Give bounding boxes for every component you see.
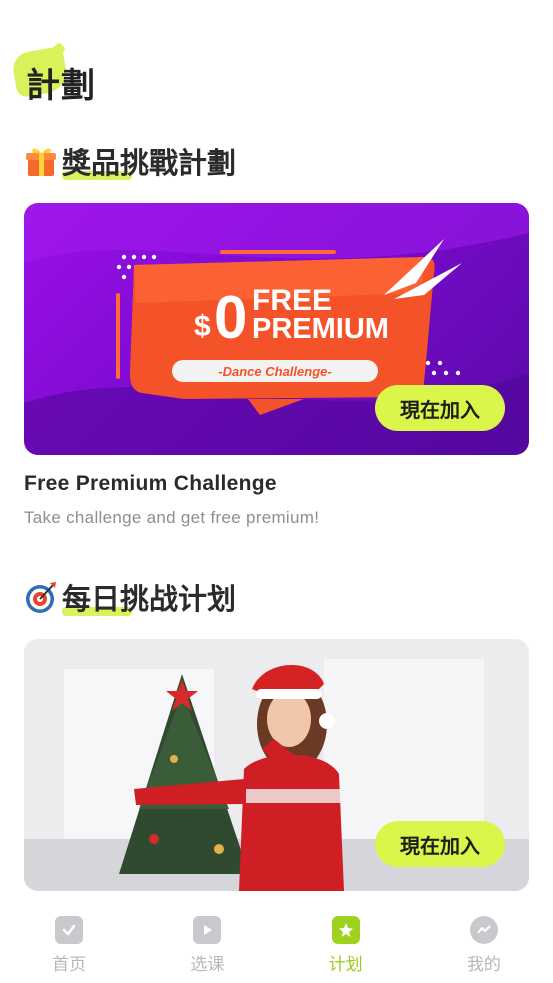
section-title-label: 每日挑战计划 (62, 576, 236, 618)
nav-label-profile: 我的 (466, 955, 501, 974)
daily-challenge-card[interactable]: 現在加入 (24, 639, 529, 891)
nav-item-profile[interactable]: 我的 (415, 900, 553, 983)
banner-tag: -Dance Challenge- (218, 364, 331, 379)
prize-challenge-card[interactable]: $ 0 FREE PREMIUM -Dance Challenge- 現在加入 (24, 203, 529, 455)
messenger-icon (469, 916, 498, 944)
bottom-nav: 首页 选课 计划 我的 (0, 900, 553, 983)
target-icon (26, 582, 56, 613)
nav-label-home: 首页 (52, 955, 87, 974)
nav-item-courses[interactable]: 选课 (138, 900, 276, 983)
banner-line2: PREMIUM (252, 313, 389, 345)
card-heading: Free Premium Challenge (24, 472, 277, 495)
gift-icon (26, 148, 56, 176)
nav-item-plan[interactable]: 计划 (277, 900, 415, 983)
section-title-label: 獎品挑戰計劃 (62, 140, 236, 182)
join-now-button-daily[interactable]: 現在加入 (375, 821, 505, 867)
nav-label-plan: 计划 (328, 955, 363, 974)
card-subtitle: Take challenge and get free premium! (24, 508, 320, 527)
play-icon (193, 916, 222, 944)
banner-price-digit: 0 (214, 284, 247, 351)
calendar-icon (55, 916, 84, 944)
nav-label-courses: 选课 (190, 955, 225, 974)
star-icon (331, 916, 360, 944)
section-title-prize-challenge: 獎品挑戰計劃 (24, 140, 236, 182)
nav-item-home[interactable]: 首页 (0, 900, 138, 983)
join-now-button-prize[interactable]: 現在加入 (375, 385, 505, 431)
section-title-daily-challenge: 每日挑战计划 (24, 576, 236, 618)
page-title-area: 計劃 (10, 41, 134, 106)
banner-dollar-sign: $ (194, 310, 211, 343)
page-title: 計劃 (26, 67, 96, 105)
